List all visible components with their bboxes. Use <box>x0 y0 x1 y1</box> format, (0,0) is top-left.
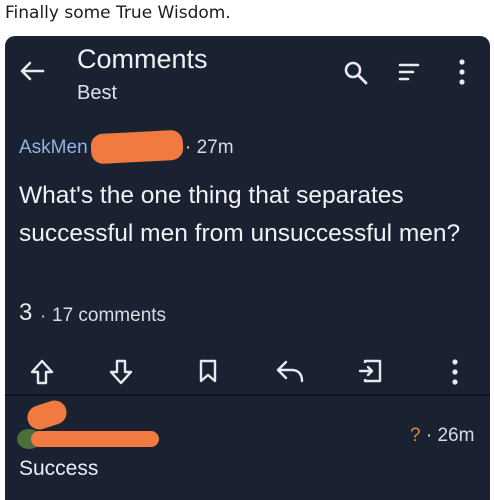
post-age-value: 27m <box>196 137 234 158</box>
comment-age: 26m <box>437 425 475 446</box>
upvote-icon[interactable] <box>29 358 55 386</box>
post-caption: Finally some True Wisdom. <box>5 3 231 23</box>
redaction-mark <box>24 397 70 433</box>
back-arrow-icon[interactable] <box>19 60 45 82</box>
separator-dot: · <box>425 425 433 446</box>
sort-selector[interactable]: Best <box>77 82 117 105</box>
comment-body: Success <box>19 457 99 480</box>
downvote-icon[interactable] <box>108 358 134 386</box>
comment-meta: ? · 26m <box>410 425 474 447</box>
section-divider <box>5 394 490 396</box>
bookmark-icon[interactable] <box>197 358 219 384</box>
flair-badge: ? <box>410 425 421 446</box>
separator-dot: · <box>40 306 47 327</box>
filter-icon[interactable] <box>398 62 420 82</box>
post-age: · 27m <box>185 137 234 158</box>
reply-icon[interactable] <box>275 358 305 384</box>
vote-count: 3 <box>19 299 33 326</box>
post-title: What's the one thing that separates succ… <box>19 182 461 247</box>
redaction-mark <box>31 431 159 447</box>
share-icon[interactable] <box>357 358 383 384</box>
redaction-mark <box>90 129 184 165</box>
comment-count: 17 comments <box>52 305 167 326</box>
search-icon[interactable] <box>343 60 369 86</box>
more-vertical-icon[interactable] <box>450 358 460 386</box>
more-vertical-icon[interactable] <box>457 58 467 86</box>
subreddit-link[interactable]: AskMen <box>19 137 88 159</box>
page-title: Comments <box>77 44 208 74</box>
app-screen: Comments Best AskMen · 27m What's the on… <box>5 36 490 500</box>
